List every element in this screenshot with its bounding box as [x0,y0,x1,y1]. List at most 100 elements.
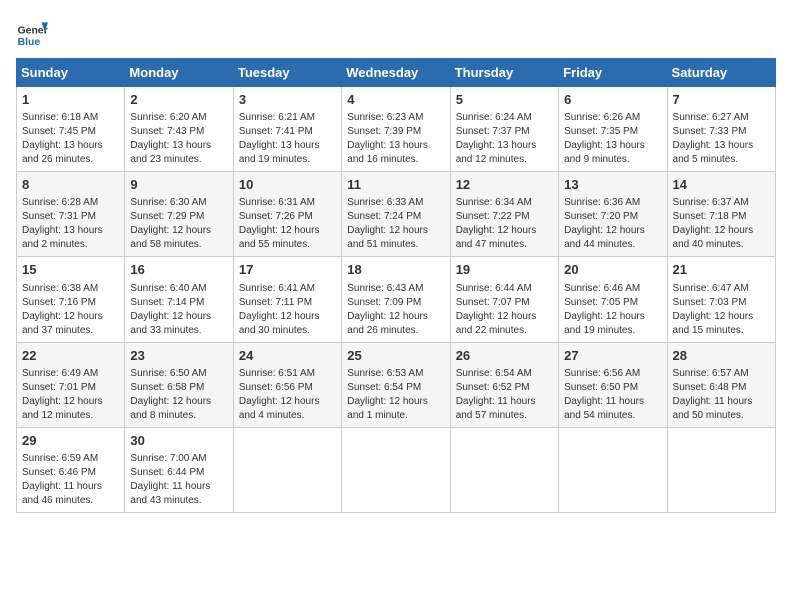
day-info: and 12 minutes. [456,153,553,167]
day-info: Sunset: 7:07 PM [456,296,553,310]
day-info: and 33 minutes. [130,324,227,338]
day-info: Sunset: 6:54 PM [347,381,444,395]
day-info: Sunrise: 6:53 AM [347,367,444,381]
calendar-cell: 8Sunrise: 6:28 AMSunset: 7:31 PMDaylight… [17,172,125,257]
day-info: Daylight: 12 hours [239,224,336,238]
calendar-cell: 24Sunrise: 6:51 AMSunset: 6:56 PMDayligh… [233,342,341,427]
day-info: Sunrise: 6:36 AM [564,196,661,210]
calendar-cell: 14Sunrise: 6:37 AMSunset: 7:18 PMDayligh… [667,172,775,257]
day-info: Sunrise: 6:56 AM [564,367,661,381]
day-number: 19 [456,261,553,279]
day-number: 26 [456,347,553,365]
day-number: 13 [564,176,661,194]
day-info: Daylight: 12 hours [130,310,227,324]
day-number: 12 [456,176,553,194]
day-info: Daylight: 12 hours [456,224,553,238]
day-info: and 47 minutes. [456,238,553,252]
calendar-cell: 23Sunrise: 6:50 AMSunset: 6:58 PMDayligh… [125,342,233,427]
day-number: 2 [130,91,227,109]
calendar-cell: 16Sunrise: 6:40 AMSunset: 7:14 PMDayligh… [125,257,233,342]
day-info: Sunrise: 6:23 AM [347,111,444,125]
day-info: Sunset: 7:09 PM [347,296,444,310]
day-info: and 44 minutes. [564,238,661,252]
day-info: Sunset: 7:22 PM [456,210,553,224]
day-info: and 4 minutes. [239,409,336,423]
calendar-cell: 27Sunrise: 6:56 AMSunset: 6:50 PMDayligh… [559,342,667,427]
day-info: Daylight: 11 hours [22,480,119,494]
calendar-cell: 21Sunrise: 6:47 AMSunset: 7:03 PMDayligh… [667,257,775,342]
day-info: Sunrise: 6:21 AM [239,111,336,125]
day-info: Sunset: 7:01 PM [22,381,119,395]
day-info: Daylight: 12 hours [239,310,336,324]
day-info: and 54 minutes. [564,409,661,423]
day-number: 28 [673,347,770,365]
day-info: Sunrise: 6:33 AM [347,196,444,210]
day-info: Sunset: 7:37 PM [456,125,553,139]
calendar-cell: 26Sunrise: 6:54 AMSunset: 6:52 PMDayligh… [450,342,558,427]
day-number: 17 [239,261,336,279]
day-info: Daylight: 13 hours [22,139,119,153]
day-info: Sunset: 7:26 PM [239,210,336,224]
day-info: and 30 minutes. [239,324,336,338]
calendar-cell: 6Sunrise: 6:26 AMSunset: 7:35 PMDaylight… [559,87,667,172]
calendar-cell: 11Sunrise: 6:33 AMSunset: 7:24 PMDayligh… [342,172,450,257]
day-number: 18 [347,261,444,279]
calendar-table: SundayMondayTuesdayWednesdayThursdayFrid… [16,58,776,513]
calendar-cell: 20Sunrise: 6:46 AMSunset: 7:05 PMDayligh… [559,257,667,342]
day-info: and 19 minutes. [564,324,661,338]
calendar-cell: 5 Sunrise: 6:24 AMSunset: 7:37 PMDaylight… [450,87,558,172]
day-number: 4 [347,91,444,109]
day-info: Sunrise: 6:51 AM [239,367,336,381]
logo: General Blue [16,16,48,48]
day-info: Daylight: 13 hours [673,139,770,153]
calendar-cell [450,427,558,512]
day-info: Sunset: 7:31 PM [22,210,119,224]
day-number: 5 [456,91,553,109]
day-number: 24 [239,347,336,365]
day-info: Sunrise: 6:50 AM [130,367,227,381]
calendar-cell [342,427,450,512]
day-number: 9 [130,176,227,194]
day-info: Sunrise: 6:28 AM [22,196,119,210]
day-info: and 37 minutes. [22,324,119,338]
column-header-sunday: Sunday [17,59,125,87]
day-info: Daylight: 12 hours [22,310,119,324]
calendar-cell: 2Sunrise: 6:20 AMSunset: 7:43 PMDaylight… [125,87,233,172]
day-number: 8 [22,176,119,194]
day-info: and 43 minutes. [130,494,227,508]
column-header-tuesday: Tuesday [233,59,341,87]
day-number: 1 [22,91,119,109]
day-info: Sunset: 7:41 PM [239,125,336,139]
calendar-cell: 29Sunrise: 6:59 AMSunset: 6:46 PMDayligh… [17,427,125,512]
day-info: Sunset: 7:18 PM [673,210,770,224]
day-number: 25 [347,347,444,365]
calendar-week-row: 15Sunrise: 6:38 AMSunset: 7:16 PMDayligh… [17,257,776,342]
column-header-wednesday: Wednesday [342,59,450,87]
day-info: Sunrise: 6:46 AM [564,282,661,296]
column-header-saturday: Saturday [667,59,775,87]
day-number: 23 [130,347,227,365]
day-info: and 12 minutes. [22,409,119,423]
day-info: Sunset: 7:11 PM [239,296,336,310]
day-info: and 58 minutes. [130,238,227,252]
day-info: Daylight: 13 hours [347,139,444,153]
day-info: Daylight: 12 hours [239,395,336,409]
calendar-cell: 17Sunrise: 6:41 AMSunset: 7:11 PMDayligh… [233,257,341,342]
calendar-week-row: 1Sunrise: 6:18 AMSunset: 7:45 PMDaylight… [17,87,776,172]
calendar-cell: 15Sunrise: 6:38 AMSunset: 7:16 PMDayligh… [17,257,125,342]
day-info: Daylight: 12 hours [673,224,770,238]
calendar-cell [667,427,775,512]
day-number: 30 [130,432,227,450]
day-info: Daylight: 13 hours [456,139,553,153]
day-info: Daylight: 12 hours [347,310,444,324]
day-info: and 9 minutes. [564,153,661,167]
day-info: Daylight: 12 hours [347,395,444,409]
day-info: Sunset: 6:48 PM [673,381,770,395]
day-info: Sunrise: 6:37 AM [673,196,770,210]
day-info: Sunrise: 6:30 AM [130,196,227,210]
day-info: Sunrise: 6:24 AM [456,111,553,125]
calendar-header-row: SundayMondayTuesdayWednesdayThursdayFrid… [17,59,776,87]
day-info: Sunrise: 6:31 AM [239,196,336,210]
day-info: Sunset: 7:03 PM [673,296,770,310]
day-info: Daylight: 13 hours [564,139,661,153]
